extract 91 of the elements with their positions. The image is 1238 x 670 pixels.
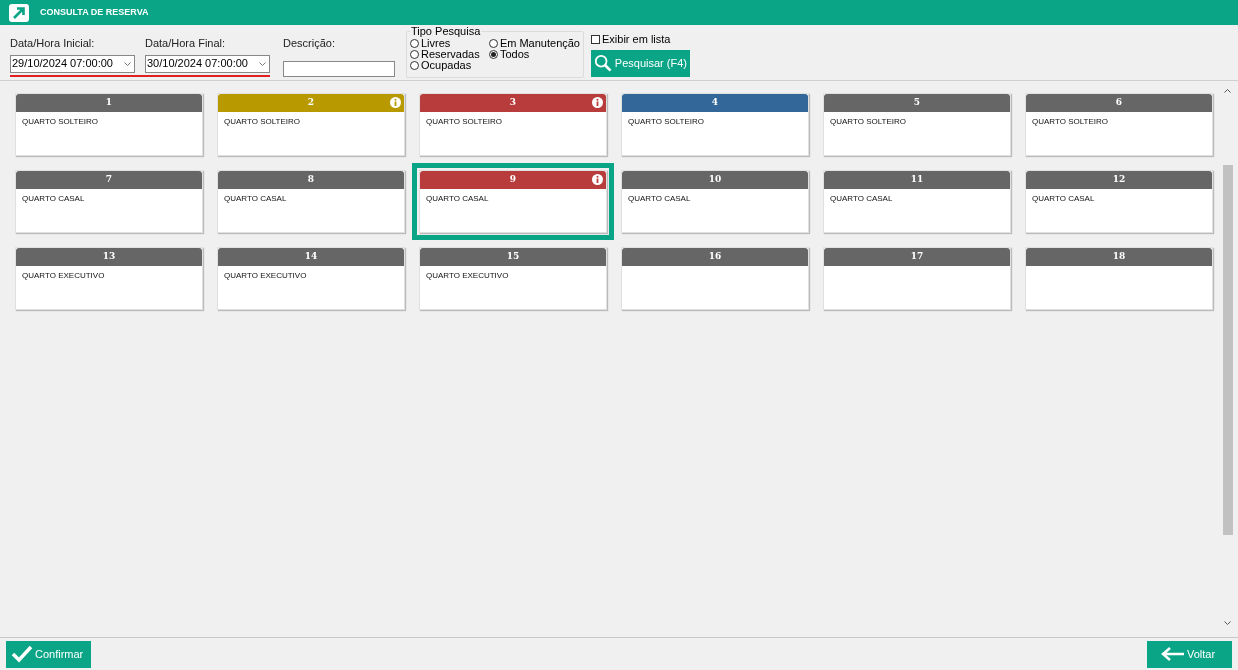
- room-type: QUARTO SOLTEIRO: [425, 116, 503, 128]
- room-card[interactable]: 13 QUARTO EXECUTIVO: [15, 247, 203, 310]
- room-slot[interactable]: 4 QUARTO SOLTEIRO: [614, 86, 816, 163]
- room-type: QUARTO CASAL: [223, 193, 288, 205]
- radio-option[interactable]: Reservadas: [410, 49, 480, 60]
- room-card[interactable]: 15 QUARTO EXECUTIVO: [419, 247, 607, 310]
- room-card[interactable]: 10 QUARTO CASAL: [621, 170, 809, 233]
- window-title: CONSULTA DE RESERVA: [40, 5, 149, 19]
- room-number: 16: [708, 250, 722, 264]
- room-type: QUARTO SOLTEIRO: [1031, 116, 1109, 128]
- radio-option[interactable]: Ocupadas: [410, 60, 480, 71]
- room-card[interactable]: 12 QUARTO CASAL: [1025, 170, 1213, 233]
- room-slot[interactable]: 12 QUARTO CASAL: [1018, 163, 1220, 240]
- room-slot[interactable]: 10 QUARTO CASAL: [614, 163, 816, 240]
- room-number: 6: [1115, 96, 1123, 110]
- room-card[interactable]: 17: [823, 247, 1011, 310]
- selection-frame[interactable]: 9 QUARTO CASAL: [412, 163, 614, 240]
- room-number: 5: [913, 96, 921, 110]
- room-type: QUARTO EXECUTIVO: [425, 270, 510, 282]
- room-number: 15: [506, 250, 520, 264]
- room-type: QUARTO CASAL: [829, 193, 894, 205]
- description-field[interactable]: [283, 60, 395, 77]
- room-number: 1: [105, 96, 113, 110]
- room-card[interactable]: 8 QUARTO CASAL: [217, 170, 405, 233]
- room-slot[interactable]: 2 QUARTO SOLTEIRO: [210, 86, 412, 163]
- room-type: QUARTO CASAL: [1031, 193, 1096, 205]
- room-card[interactable]: 18: [1025, 247, 1213, 310]
- room-card[interactable]: 2 QUARTO SOLTEIRO: [217, 93, 405, 156]
- room-number: 9: [509, 173, 517, 187]
- room-card[interactable]: 14 QUARTO EXECUTIVO: [217, 247, 405, 310]
- room-type: QUARTO SOLTEIRO: [627, 116, 705, 128]
- room-slot[interactable]: 14 QUARTO EXECUTIVO: [210, 240, 412, 317]
- logo-icon: [9, 3, 29, 22]
- room-type: QUARTO EXECUTIVO: [223, 270, 308, 282]
- room-slot[interactable]: 15 QUARTO EXECUTIVO: [412, 240, 614, 317]
- room-number: 13: [102, 250, 116, 264]
- date-dropdown[interactable]: 29/10/2024 07:00:00: [10, 54, 135, 73]
- room-type: QUARTO CASAL: [21, 193, 86, 205]
- room-number: 18: [1112, 250, 1126, 264]
- room-card[interactable]: 1 QUARTO SOLTEIRO: [15, 93, 203, 156]
- room-number: 14: [304, 250, 318, 264]
- room-slot[interactable]: 1 QUARTO SOLTEIRO: [8, 86, 210, 163]
- room-number: 4: [711, 96, 719, 110]
- room-type: QUARTO SOLTEIRO: [829, 116, 907, 128]
- room-card[interactable]: 6 QUARTO SOLTEIRO: [1025, 93, 1213, 156]
- scroll-down-icon: [1224, 621, 1231, 625]
- room-number: 8: [307, 173, 315, 187]
- search-icon: [594, 53, 612, 73]
- room-number: 3: [509, 96, 517, 110]
- date-dropdown[interactable]: 30/10/2024 07:00:00: [145, 54, 270, 73]
- room-number: 10: [708, 173, 722, 187]
- room-type: QUARTO EXECUTIVO: [21, 270, 106, 282]
- room-slot[interactable]: 16: [614, 240, 816, 317]
- room-card[interactable]: 3 QUARTO SOLTEIRO: [419, 93, 607, 156]
- room-type: QUARTO SOLTEIRO: [223, 116, 301, 128]
- room-number: 7: [105, 173, 113, 187]
- left-arrow-icon: [1161, 647, 1185, 661]
- checkmark-icon: [11, 645, 33, 663]
- field-label: Data/Hora Final:: [145, 36, 227, 51]
- chevron-down-icon: [259, 61, 266, 66]
- room-slot[interactable]: 6 QUARTO SOLTEIRO: [1018, 86, 1220, 163]
- room-card[interactable]: 4 QUARTO SOLTEIRO: [621, 93, 809, 156]
- field-label: Data/Hora Inicial:: [10, 36, 96, 51]
- room-slot[interactable]: 7 QUARTO CASAL: [8, 163, 210, 240]
- radio-option[interactable]: Livres: [410, 38, 480, 49]
- room-slot[interactable]: 8 QUARTO CASAL: [210, 163, 412, 240]
- room-slot[interactable]: 18: [1018, 240, 1220, 317]
- room-number: 12: [1112, 173, 1126, 187]
- room-slot[interactable]: 11 QUARTO CASAL: [816, 163, 1018, 240]
- field-label: Descrição:: [283, 36, 336, 51]
- room-type: QUARTO CASAL: [425, 193, 490, 205]
- room-slot[interactable]: 17: [816, 240, 1018, 317]
- chevron-down-icon: [124, 61, 131, 66]
- room-card[interactable]: 5 QUARTO SOLTEIRO: [823, 93, 1011, 156]
- room-number: 2: [307, 96, 315, 110]
- room-number: 17: [910, 250, 924, 264]
- room-slot[interactable]: 3 QUARTO SOLTEIRO: [412, 86, 614, 163]
- radio-option[interactable]: Em Manutenção: [488, 38, 580, 49]
- room-card[interactable]: 7 QUARTO CASAL: [15, 170, 203, 233]
- room-slot[interactable]: 5 QUARTO SOLTEIRO: [816, 86, 1018, 163]
- scroll-up-icon: [1224, 89, 1231, 93]
- list-checkbox[interactable]: Exibir em lista: [591, 31, 690, 48]
- room-slot[interactable]: 13 QUARTO EXECUTIVO: [8, 240, 210, 317]
- room-card[interactable]: 16: [621, 247, 809, 310]
- radio-option[interactable]: Todos: [488, 49, 580, 60]
- room-number: 11: [910, 173, 924, 187]
- room-card[interactable]: 11 QUARTO CASAL: [823, 170, 1011, 233]
- group-title: Tipo Pesquisa: [410, 25, 482, 38]
- room-card[interactable]: 9 QUARTO CASAL: [419, 170, 607, 233]
- room-type: QUARTO SOLTEIRO: [21, 116, 99, 128]
- room-type: QUARTO CASAL: [627, 193, 692, 205]
